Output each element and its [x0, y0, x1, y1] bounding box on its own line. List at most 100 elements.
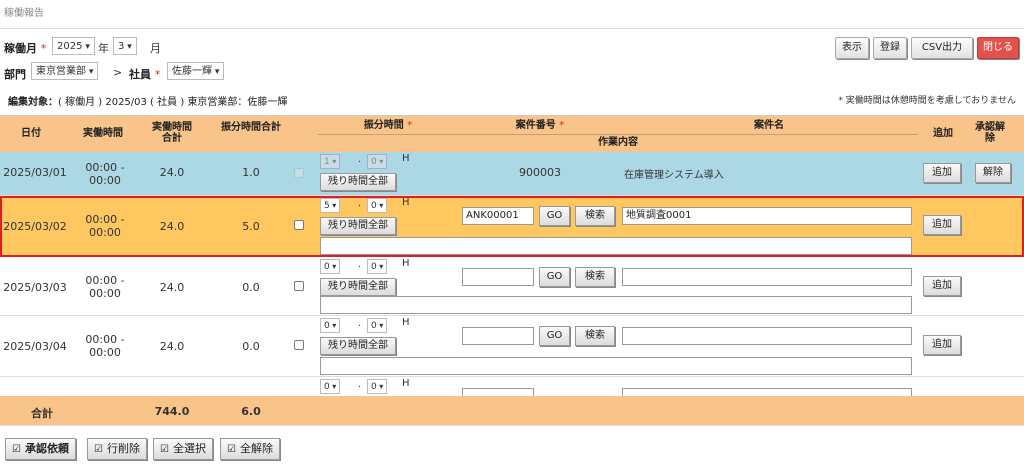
row-alloc-total: 1.0	[242, 166, 260, 179]
page-title: 稼働報告	[4, 8, 44, 19]
add-button[interactable]: 追加	[923, 335, 961, 355]
hour-unit: H	[402, 378, 410, 389]
row-alloc-total: 0.0	[242, 281, 260, 294]
register-button[interactable]: 登録	[873, 37, 907, 59]
add-button[interactable]: 追加	[923, 163, 961, 183]
search-button[interactable]: 検索	[575, 206, 615, 226]
search-button[interactable]: 検索	[575, 326, 615, 346]
add-button[interactable]: 追加	[923, 215, 961, 235]
row-case-name: 在庫管理システム導入	[624, 170, 724, 181]
title-divider	[0, 28, 1024, 29]
work-content-input[interactable]	[320, 296, 912, 314]
case-no-input[interactable]: ANK00001	[462, 207, 534, 225]
remaining-all-button[interactable]: 残り時間全部	[320, 278, 396, 296]
row-actual: 00:00 - 00:00	[85, 161, 125, 187]
row-actual-total: 24.0	[159, 166, 185, 179]
header-add: 追加	[933, 128, 953, 139]
row-case-no: 900003	[519, 166, 561, 179]
hour-select[interactable]: 0	[320, 259, 341, 274]
hour-select[interactable]: 0	[320, 379, 341, 394]
hour-select[interactable]: 5	[320, 198, 341, 213]
employee-label: 社員 *	[129, 68, 161, 81]
minute-select[interactable]: 0	[367, 259, 388, 274]
header-actual-total: 実働時間合計	[152, 122, 192, 144]
close-button[interactable]: 閉じる	[977, 37, 1019, 59]
header-case-no: 案件番号 *	[515, 120, 565, 131]
hour-select[interactable]: 0	[320, 318, 341, 333]
row-actual: 00:00 - 00:00	[85, 213, 125, 239]
go-button[interactable]: GO	[539, 267, 570, 287]
table-row: 2025/03/04 00:00 - 00:00 24.0 0.0 0 . 0 …	[0, 316, 1024, 377]
search-button[interactable]: 検索	[575, 267, 615, 287]
header-alloc-time: 振分時間 *	[363, 120, 413, 131]
row-date: 2025/03/04	[3, 340, 67, 353]
add-button[interactable]: 追加	[923, 276, 961, 296]
row-checkbox[interactable]	[294, 220, 304, 230]
totals-alloc: 6.0	[241, 405, 261, 418]
row-actual-total: 24.0	[159, 281, 185, 294]
go-button[interactable]: GO	[539, 206, 570, 226]
cancel-approval-button[interactable]: 解除	[975, 163, 1011, 183]
year-unit: 年	[98, 42, 109, 55]
go-button[interactable]: GO	[539, 326, 570, 346]
header-actual: 実働時間	[83, 128, 123, 139]
row-actual-total: 24.0	[159, 220, 185, 233]
work-content-input[interactable]	[320, 357, 912, 375]
totals-label: 合計	[31, 407, 53, 420]
work-table: 日付 実働時間 実働時間合計 振分時間合計 振分時間 * 案件番号 * 案件名 …	[0, 115, 1024, 425]
row-checkbox[interactable]	[294, 281, 304, 291]
case-no-input[interactable]	[462, 268, 534, 286]
case-name-input[interactable]	[622, 268, 912, 286]
minute-select[interactable]: 0	[367, 318, 388, 333]
approve-request-button[interactable]: ☑ 承認依頼	[5, 438, 76, 460]
minute-select[interactable]: 0	[367, 379, 388, 394]
dot-separator: .	[358, 198, 362, 209]
row-date: 2025/03/03	[3, 281, 67, 294]
row-actual: 00:00 - 00:00	[85, 333, 125, 359]
case-no-input[interactable]	[462, 327, 534, 345]
month-unit: 月	[150, 42, 161, 55]
hour-unit: H	[402, 153, 410, 164]
deselect-all-button[interactable]: ☑ 全解除	[220, 438, 280, 460]
month-select[interactable]: 3	[113, 37, 137, 55]
show-button[interactable]: 表示	[835, 37, 869, 59]
dept-select[interactable]: 東京営業部	[31, 62, 99, 80]
check-icon: ☑	[94, 444, 103, 455]
row-date: 2025/03/02	[3, 220, 67, 233]
work-content-input[interactable]	[320, 237, 912, 255]
check-icon: ☑	[12, 444, 21, 455]
edit-target: 編集対象：( 稼働月 ) 2025/03 ( 社員 ) 東京営業部：佐藤一輝	[8, 97, 288, 108]
dept-label: 部門	[4, 68, 26, 81]
header-work-content: 作業内容	[598, 137, 638, 148]
row-date: 2025/03/01	[3, 166, 67, 179]
header-approve-cancel: 承認解除	[975, 122, 1005, 144]
dot-separator: .	[358, 379, 362, 390]
case-name-input[interactable]	[622, 327, 912, 345]
table-header: 日付 実働時間 実働時間合計 振分時間合計 振分時間 * 案件番号 * 案件名 …	[0, 116, 1024, 152]
note-text: * 実働時間は休憩時間を考慮しておりません	[838, 96, 1016, 106]
select-all-button[interactable]: ☑ 全選択	[153, 438, 213, 460]
breadcrumb-arrow: >	[113, 66, 123, 79]
year-select[interactable]: 2025	[52, 37, 95, 55]
minute-select: 0	[367, 154, 388, 169]
dot-separator: .	[358, 259, 362, 270]
case-name-input[interactable]: 地質調査0001	[622, 207, 912, 225]
remaining-all-button[interactable]: 残り時間全部	[320, 337, 396, 355]
minute-select[interactable]: 0	[367, 198, 388, 213]
remaining-all-button[interactable]: 残り時間全部	[320, 173, 396, 191]
check-icon: ☑	[227, 444, 236, 455]
hour-unit: H	[402, 317, 410, 328]
row-alloc-total: 0.0	[242, 340, 260, 353]
hour-select: 1	[320, 154, 341, 169]
hour-unit: H	[402, 258, 410, 269]
totals-actual: 744.0	[154, 405, 190, 418]
remaining-all-button[interactable]: 残り時間全部	[320, 217, 396, 235]
csv-export-button[interactable]: CSV出力	[911, 37, 973, 59]
row-checkbox[interactable]	[294, 340, 304, 350]
row-alloc-total: 5.0	[242, 220, 260, 233]
check-icon: ☑	[160, 444, 169, 455]
delete-row-button[interactable]: ☑ 行削除	[87, 438, 147, 460]
employee-select[interactable]: 佐藤一輝	[167, 62, 225, 80]
hour-unit: H	[402, 197, 410, 208]
header-date: 日付	[21, 128, 41, 139]
